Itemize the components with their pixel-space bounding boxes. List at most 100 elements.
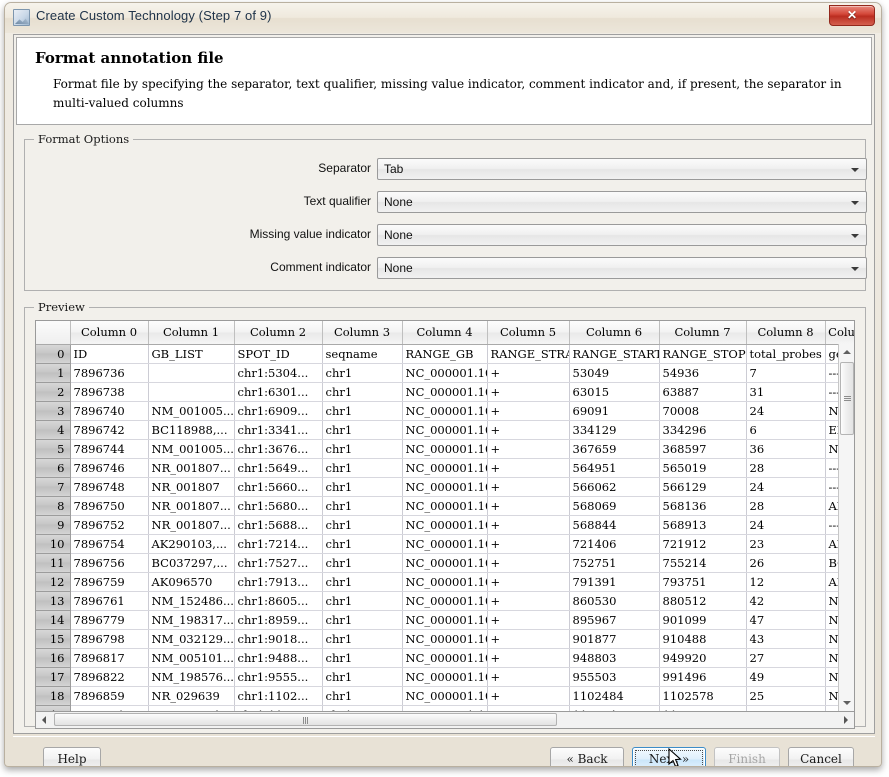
row-index-cell[interactable]: 15 [36,629,70,648]
table-row[interactable]: 127896759AK096570chr1:7913...chr1NC_0000… [36,572,855,591]
table-cell[interactable]: 7896736 [70,363,148,382]
comment-indicator-dropdown[interactable]: None [377,257,867,279]
table-cell[interactable]: 70008 [659,401,746,420]
row-index-cell[interactable]: 9 [36,515,70,534]
row-index-cell[interactable]: 6 [36,458,70,477]
column-header[interactable]: Column 4 [402,321,487,344]
table-row[interactable]: 77896748NR_001807chr1:5660...chr1NC_0000… [36,477,855,496]
table-cell[interactable]: 1102484 [569,686,659,705]
table-cell[interactable]: + [487,705,569,712]
table-cell[interactable]: 368597 [659,439,746,458]
table-cell[interactable]: NC_000001.10 [402,477,487,496]
table-cell[interactable]: chr1 [322,686,402,705]
row-index-cell[interactable]: 18 [36,686,70,705]
table-row[interactable]: 27896738chr1:6301...chr1NC_000001.10+630… [36,382,855,401]
table-cell[interactable]: chr1 [322,496,402,515]
table-cell[interactable]: 901877 [569,629,659,648]
table-cell[interactable]: 7896752 [70,515,148,534]
table-cell[interactable]: 564951 [569,458,659,477]
table-cell[interactable]: 7896754 [70,534,148,553]
table-cell[interactable]: RANGE_STRAND [487,344,569,363]
table-cell[interactable]: 568136 [659,496,746,515]
row-index-cell[interactable]: 12 [36,572,70,591]
table-cell[interactable]: + [487,382,569,401]
table-cell[interactable]: 36 [746,439,825,458]
table-cell[interactable]: chr1:5304... [234,363,322,382]
next-button[interactable]: Next » [632,747,706,767]
table-cell[interactable]: + [487,553,569,572]
row-index-cell[interactable]: 13 [36,591,70,610]
table-cell[interactable]: NM_198317... [148,610,234,629]
table-cell[interactable]: chr1:9488... [234,648,322,667]
table-cell[interactable]: 7896779 [70,610,148,629]
table-cell[interactable]: total_probes [746,344,825,363]
table-cell[interactable]: NM_005101... [148,648,234,667]
close-icon[interactable]: ✕ [829,5,875,26]
table-cell[interactable]: 28 [746,458,825,477]
table-cell[interactable]: RANGE_STOP [659,344,746,363]
table-cell[interactable]: 7896822 [70,667,148,686]
table-cell[interactable]: 31 [746,382,825,401]
table-cell[interactable]: 63887 [659,382,746,401]
table-cell[interactable]: 7896861 [70,705,148,712]
table-cell[interactable]: 24 [746,515,825,534]
table-cell[interactable]: 7896761 [70,591,148,610]
table-row[interactable]: 167896817NM_005101...chr1:9488...chr1NC_… [36,648,855,667]
table-cell[interactable]: NC_000001.10 [402,458,487,477]
table-cell[interactable]: 47 [746,610,825,629]
table-cell[interactable]: 949920 [659,648,746,667]
table-cell[interactable]: NC_000001.10 [402,382,487,401]
table-cell[interactable] [148,363,234,382]
table-cell[interactable]: NM_001005... [148,439,234,458]
row-index-cell[interactable]: 16 [36,648,70,667]
table-cell[interactable]: + [487,610,569,629]
table-cell[interactable]: + [487,515,569,534]
table-cell[interactable]: + [487,629,569,648]
table-cell[interactable]: 7896750 [70,496,148,515]
table-cell[interactable]: 54936 [659,363,746,382]
cancel-button[interactable]: Cancel [788,747,854,767]
column-header[interactable]: Column 1 [148,321,234,344]
table-cell[interactable]: 6 [746,420,825,439]
table-cell[interactable]: chr1 [322,420,402,439]
table-row[interactable]: 197896861NR_029834chr1:1103...chr1NC_000… [36,705,855,712]
table-cell[interactable]: chr1:3341... [234,420,322,439]
table-cell[interactable]: AK290103,... [148,534,234,553]
table-cell[interactable]: 568069 [569,496,659,515]
table-cell[interactable]: NC_000001.10 [402,629,487,648]
table-cell[interactable]: chr1 [322,591,402,610]
table-cell[interactable]: chr1:6301... [234,382,322,401]
table-cell[interactable]: chr1:5649... [234,458,322,477]
table-cell[interactable]: + [487,439,569,458]
table-row[interactable]: 117896756BC037297,...chr1:7527...chr1NC_… [36,553,855,572]
table-cell[interactable]: NC_000001.10 [402,591,487,610]
table-cell[interactable]: chr1 [322,572,402,591]
scroll-right-icon[interactable] [838,712,854,727]
table-cell[interactable]: + [487,534,569,553]
table-cell[interactable]: 42 [746,591,825,610]
table-cell[interactable]: + [487,496,569,515]
table-cell[interactable]: 7896748 [70,477,148,496]
column-header[interactable]: Column 8 [746,321,825,344]
table-cell[interactable]: chr1:1102... [234,686,322,705]
table-cell[interactable]: chr1 [322,648,402,667]
table-cell[interactable]: chr1:7214... [234,534,322,553]
separator-dropdown[interactable]: Tab [377,158,867,180]
table-cell[interactable]: 27 [746,648,825,667]
table-cell[interactable]: + [487,667,569,686]
table-cell[interactable]: seqname [322,344,402,363]
scroll-left-icon[interactable] [36,712,52,727]
table-cell[interactable]: chr1 [322,382,402,401]
horizontal-scroll-thumb[interactable] [54,713,557,726]
row-index-cell[interactable]: 1 [36,363,70,382]
table-horizontal-scrollbar[interactable] [35,712,855,729]
table-cell[interactable]: 7896744 [70,439,148,458]
table-cell[interactable]: chr1:1103... [234,705,322,712]
table-cell[interactable]: AK096570 [148,572,234,591]
table-row[interactable]: 87896750NR_001807...chr1:5680...chr1NC_0… [36,496,855,515]
scroll-down-icon[interactable] [839,695,855,711]
table-cell[interactable]: 23 [746,534,825,553]
table-cell[interactable]: 12 [746,572,825,591]
table-cell[interactable]: 334296 [659,420,746,439]
table-cell[interactable]: NC_000001.10 [402,439,487,458]
